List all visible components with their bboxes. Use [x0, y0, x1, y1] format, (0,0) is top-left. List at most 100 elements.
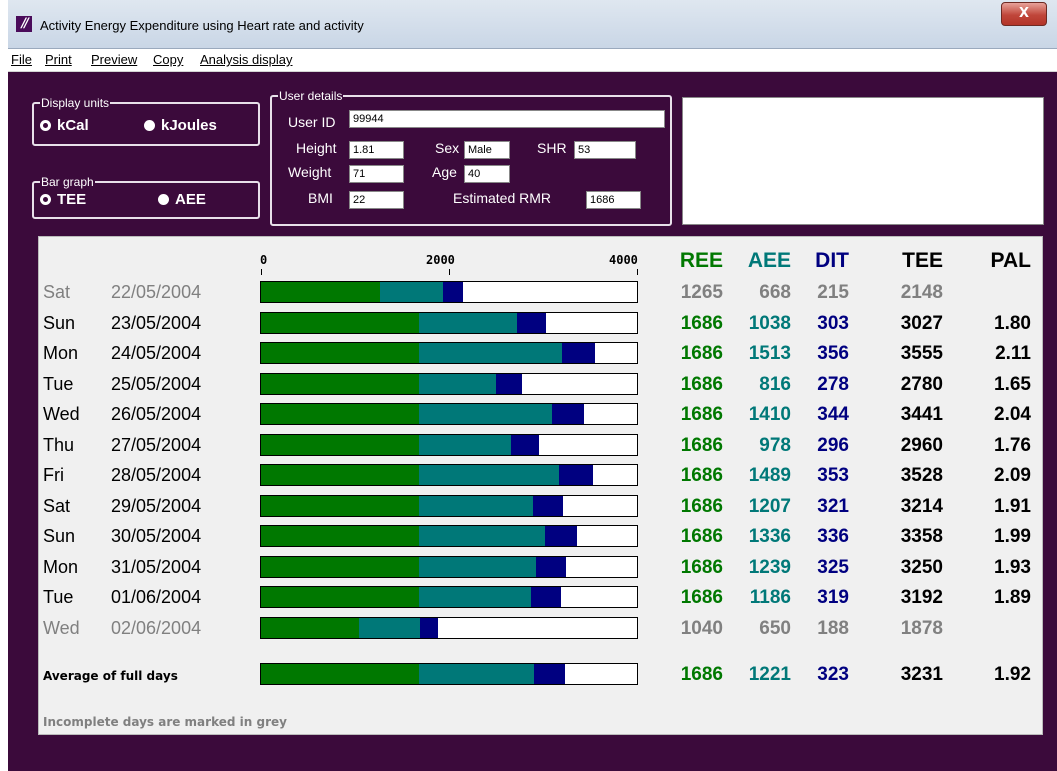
- radio-aee-label: AEE: [175, 191, 206, 208]
- row-0-bar-aee: [379, 282, 443, 302]
- row-1-dit: 303: [817, 313, 849, 334]
- rmr-field[interactable]: 1686: [586, 191, 641, 209]
- average-label: Average of full days: [43, 669, 178, 683]
- row-1-tee: 3027: [900, 313, 943, 334]
- menu-analysis-display[interactable]: Analysis display: [200, 52, 293, 67]
- row-5-pal: 1.76: [994, 435, 1031, 456]
- radio-kcal[interactable]: kCal: [40, 117, 89, 134]
- row-0-bar-ree: [261, 282, 380, 302]
- row-10-bar-ree: [261, 587, 420, 607]
- row-10-date: 01/06/2004: [111, 587, 202, 607]
- user-details-legend: User details: [278, 89, 344, 103]
- age-field[interactable]: 40: [464, 165, 510, 183]
- row-5-tee: 2960: [900, 435, 943, 456]
- row-11-bar-aee: [358, 618, 420, 638]
- app-logo-icon: //: [16, 16, 32, 32]
- row-2-pal: 2.11: [995, 343, 1031, 364]
- row-11-dit: 188: [817, 618, 849, 639]
- header-aee: AEE: [747, 249, 791, 272]
- row-8-dit: 336: [817, 526, 849, 547]
- row-4-tee: 3441: [900, 404, 943, 425]
- row-9-bar-dit: [535, 557, 567, 577]
- row-6-day: Fri: [43, 465, 64, 485]
- row-4-day: Wed: [43, 404, 80, 424]
- average-tee: 3231: [900, 664, 943, 685]
- row-4-pal: 2.04: [994, 404, 1031, 425]
- row-4-dit: 344: [817, 404, 849, 425]
- row-11-day: Wed: [43, 618, 80, 638]
- bmi-field[interactable]: 22: [349, 191, 404, 209]
- row-7-aee: 1207: [748, 496, 791, 517]
- menu-print[interactable]: Print: [45, 52, 72, 67]
- row-10-aee: 1186: [749, 587, 791, 608]
- window-title: Activity Energy Expenditure using Heart …: [40, 18, 364, 33]
- row-5-bar-dit: [511, 435, 540, 455]
- row-0-tee: 2148: [900, 282, 943, 303]
- row-4-bar-dit: [552, 404, 585, 424]
- row-7-bar-ree: [261, 496, 420, 516]
- row-6-aee: 1489: [748, 465, 791, 486]
- row-9-bar-ree: [261, 557, 420, 577]
- incomplete-days-note: Incomplete days are marked in grey: [43, 715, 287, 729]
- user-id-field[interactable]: 99944: [349, 110, 665, 128]
- row-9-bar: [260, 556, 638, 578]
- row-9-tee: 3250: [900, 557, 943, 578]
- row-9-date: 31/05/2004: [111, 557, 202, 577]
- menu-copy-label: Copy: [153, 52, 184, 67]
- row-7-bar: [260, 495, 638, 517]
- radio-aee-indicator: [158, 194, 169, 205]
- row-1-bar-dit: [517, 313, 546, 333]
- average-bar-dit: [534, 664, 565, 684]
- user-details-group: User details User ID 99944 Height 1.81 S…: [270, 89, 672, 226]
- title-bar: // Activity Energy Expenditure using Hea…: [8, 0, 1057, 49]
- average-bar-ree: [261, 664, 420, 684]
- header-ree: REE: [679, 249, 723, 272]
- average-dit: 323: [817, 664, 849, 685]
- info-panel: [682, 97, 1044, 225]
- radio-kjoules-indicator: [144, 120, 155, 131]
- shr-label: SHR: [537, 140, 567, 156]
- row-9-aee: 1239: [748, 557, 791, 578]
- menu-copy[interactable]: Copy: [153, 52, 183, 67]
- menu-file[interactable]: File: [11, 52, 32, 67]
- row-8-date: 30/05/2004: [111, 526, 202, 546]
- row-5-day: Thu: [43, 435, 75, 455]
- axis-tick-2000: [449, 269, 450, 275]
- menu-preview[interactable]: Preview: [91, 52, 137, 67]
- row-3-date: 25/05/2004: [111, 374, 202, 394]
- radio-tee[interactable]: TEE: [40, 191, 86, 208]
- menu-bar: File Print Preview Copy Analysis display: [8, 49, 1057, 72]
- row-11-bar-dit: [419, 618, 438, 638]
- bar-graph-legend: Bar graph: [40, 175, 95, 189]
- row-6-ree: 1686: [680, 465, 723, 486]
- row-9-pal: 1.93: [994, 557, 1031, 578]
- row-11-tee: 1878: [900, 618, 943, 639]
- row-6-pal: 2.09: [994, 465, 1031, 486]
- row-2-ree: 1686: [680, 343, 723, 364]
- display-units-group: Display units kCal kJoules: [32, 96, 260, 146]
- row-10-ree: 1686: [680, 587, 723, 608]
- row-0-ree: 1265: [680, 282, 723, 303]
- radio-kjoules[interactable]: kJoules: [144, 117, 217, 134]
- row-8-ree: 1686: [680, 526, 723, 547]
- row-1-bar-aee: [419, 313, 518, 333]
- weight-field[interactable]: 71: [349, 165, 404, 183]
- row-4-ree: 1686: [680, 404, 723, 425]
- radio-aee[interactable]: AEE: [158, 191, 206, 208]
- row-1-bar-ree: [261, 313, 420, 333]
- row-8-bar-aee: [419, 526, 546, 546]
- close-button[interactable]: X: [1001, 2, 1047, 26]
- row-1-date: 23/05/2004: [111, 313, 202, 333]
- axis-tick-label-2000: 2000: [426, 253, 455, 267]
- row-3-dit: 278: [817, 374, 849, 395]
- radio-tee-label: TEE: [57, 191, 87, 208]
- shr-field[interactable]: 53: [574, 141, 636, 159]
- row-11-bar: [260, 617, 638, 639]
- header-pal: PAL: [990, 249, 1031, 272]
- height-field[interactable]: 1.81: [349, 141, 404, 159]
- row-2-bar-dit: [561, 343, 596, 363]
- sex-field[interactable]: Male: [464, 141, 510, 159]
- row-7-bar-dit: [532, 496, 564, 516]
- row-0-day: Sat: [43, 282, 71, 302]
- row-4-bar-ree: [261, 404, 420, 424]
